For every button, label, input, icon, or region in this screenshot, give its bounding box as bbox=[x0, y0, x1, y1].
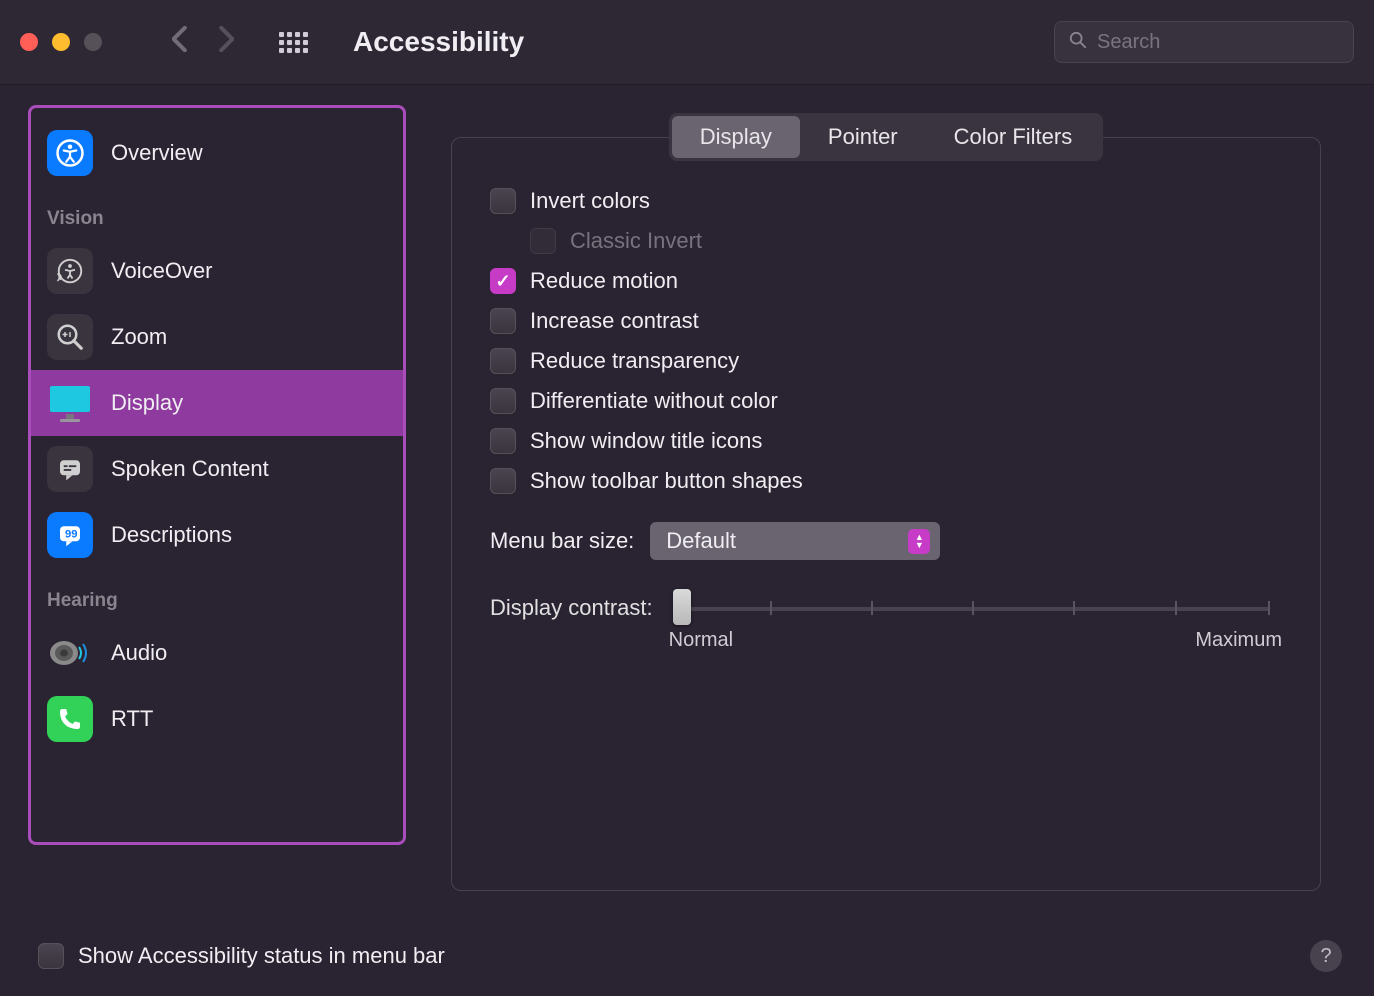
display-contrast-label: Display contrast: bbox=[490, 595, 653, 621]
slider-min-label: Normal bbox=[669, 629, 733, 652]
chevron-left-icon bbox=[172, 26, 188, 52]
traffic-lights bbox=[20, 33, 102, 51]
minimize-window-button[interactable] bbox=[52, 33, 70, 51]
invert-colors-checkbox[interactable] bbox=[490, 188, 516, 214]
maximize-window-button[interactable] bbox=[84, 33, 102, 51]
menu-bar-size-select[interactable]: Default ▲▼ bbox=[650, 522, 940, 560]
sidebar-item-label: Zoom bbox=[111, 324, 167, 350]
display-icon bbox=[47, 380, 93, 426]
checkbox-row-differentiate-without-color: Differentiate without color bbox=[490, 388, 1282, 414]
svg-text:99: 99 bbox=[65, 529, 78, 541]
show-accessibility-status-checkbox[interactable] bbox=[38, 943, 64, 969]
select-value: Default bbox=[666, 528, 736, 554]
sidebar-item-overview[interactable]: Overview bbox=[31, 120, 403, 186]
sidebar-item-label: Spoken Content bbox=[111, 456, 269, 482]
show-all-preferences-button[interactable] bbox=[279, 32, 308, 53]
footer-label: Show Accessibility status in menu bar bbox=[78, 943, 445, 969]
section-header-vision: Vision bbox=[31, 186, 403, 238]
display-contrast-slider[interactable] bbox=[669, 603, 1282, 613]
checkbox-label: Show window title icons bbox=[530, 428, 762, 454]
sidebar: Overview Vision VoiceOver Zoom Displa bbox=[28, 105, 406, 845]
sidebar-item-label: RTT bbox=[111, 706, 153, 732]
menu-bar-size-label: Menu bar size: bbox=[490, 528, 634, 554]
reduce-transparency-checkbox[interactable] bbox=[490, 348, 516, 374]
spoken-content-icon bbox=[47, 446, 93, 492]
nav-buttons bbox=[172, 26, 234, 59]
chevron-right-icon bbox=[218, 26, 234, 52]
voiceover-icon bbox=[47, 248, 93, 294]
sidebar-item-zoom[interactable]: Zoom bbox=[31, 304, 403, 370]
tab-display[interactable]: Display bbox=[672, 116, 800, 158]
rtt-icon bbox=[47, 696, 93, 742]
help-icon: ? bbox=[1320, 945, 1331, 968]
sidebar-item-label: Display bbox=[111, 390, 183, 416]
reduce-motion-checkbox[interactable] bbox=[490, 268, 516, 294]
sidebar-item-label: VoiceOver bbox=[111, 258, 213, 284]
menu-bar-size-row: Menu bar size: Default ▲▼ bbox=[490, 522, 1282, 560]
checkbox-row-reduce-motion: Reduce motion bbox=[490, 268, 1282, 294]
show-window-title-icons-checkbox[interactable] bbox=[490, 428, 516, 454]
sidebar-item-label: Descriptions bbox=[111, 522, 232, 548]
titlebar: Accessibility bbox=[0, 0, 1374, 85]
search-box[interactable] bbox=[1054, 21, 1354, 63]
section-header-hearing: Hearing bbox=[31, 568, 403, 620]
tab-pointer[interactable]: Pointer bbox=[800, 116, 926, 158]
main-panel: Display Pointer Color Filters Invert col… bbox=[426, 105, 1346, 916]
display-contrast-row: Display contrast: bbox=[490, 595, 1282, 652]
checkbox-label: Invert colors bbox=[530, 188, 650, 214]
audio-icon bbox=[47, 630, 93, 676]
checkbox-row-increase-contrast: Increase contrast bbox=[490, 308, 1282, 334]
accessibility-icon bbox=[47, 130, 93, 176]
accessibility-window: Accessibility Overview Vision VoiceOver bbox=[0, 0, 1374, 996]
slider-thumb[interactable] bbox=[673, 589, 691, 625]
page-title: Accessibility bbox=[353, 26, 524, 58]
slider-max-label: Maximum bbox=[1195, 629, 1282, 652]
tabs: Display Pointer Color Filters bbox=[426, 113, 1346, 161]
zoom-icon bbox=[47, 314, 93, 360]
checkbox-row-reduce-transparency: Reduce transparency bbox=[490, 348, 1282, 374]
sidebar-item-label: Overview bbox=[111, 140, 203, 166]
checkbox-label: Classic Invert bbox=[570, 228, 702, 254]
display-settings-panel: Invert colors Classic Invert Reduce moti… bbox=[451, 137, 1321, 891]
close-window-button[interactable] bbox=[20, 33, 38, 51]
search-input[interactable] bbox=[1097, 31, 1362, 54]
help-button[interactable]: ? bbox=[1310, 940, 1342, 972]
sidebar-item-display[interactable]: Display bbox=[31, 370, 403, 436]
back-button[interactable] bbox=[172, 26, 188, 59]
sidebar-item-voiceover[interactable]: VoiceOver bbox=[31, 238, 403, 304]
sidebar-item-spoken-content[interactable]: Spoken Content bbox=[31, 436, 403, 502]
descriptions-icon: 99 bbox=[47, 512, 93, 558]
increase-contrast-checkbox[interactable] bbox=[490, 308, 516, 334]
show-toolbar-button-shapes-checkbox[interactable] bbox=[490, 468, 516, 494]
classic-invert-checkbox bbox=[530, 228, 556, 254]
forward-button[interactable] bbox=[218, 26, 234, 59]
checkbox-label: Show toolbar button shapes bbox=[530, 468, 803, 494]
select-arrows-icon: ▲▼ bbox=[908, 529, 930, 554]
tab-color-filters[interactable]: Color Filters bbox=[926, 116, 1101, 158]
checkbox-label: Increase contrast bbox=[530, 308, 699, 334]
footer: Show Accessibility status in menu bar ? bbox=[0, 926, 1374, 996]
sidebar-item-descriptions[interactable]: 99 Descriptions bbox=[31, 502, 403, 568]
differentiate-without-color-checkbox[interactable] bbox=[490, 388, 516, 414]
checkbox-row-classic-invert: Classic Invert bbox=[530, 228, 1282, 254]
sidebar-item-rtt[interactable]: RTT bbox=[31, 686, 403, 752]
checkbox-row-show-window-title-icons: Show window title icons bbox=[490, 428, 1282, 454]
checkbox-row-invert-colors: Invert colors bbox=[490, 188, 1282, 214]
search-icon bbox=[1069, 31, 1087, 54]
sidebar-item-label: Audio bbox=[111, 640, 167, 666]
checkbox-label: Reduce motion bbox=[530, 268, 678, 294]
checkbox-label: Reduce transparency bbox=[530, 348, 739, 374]
checkbox-row-show-toolbar-button-shapes: Show toolbar button shapes bbox=[490, 468, 1282, 494]
sidebar-item-audio[interactable]: Audio bbox=[31, 620, 403, 686]
checkbox-label: Differentiate without color bbox=[530, 388, 778, 414]
